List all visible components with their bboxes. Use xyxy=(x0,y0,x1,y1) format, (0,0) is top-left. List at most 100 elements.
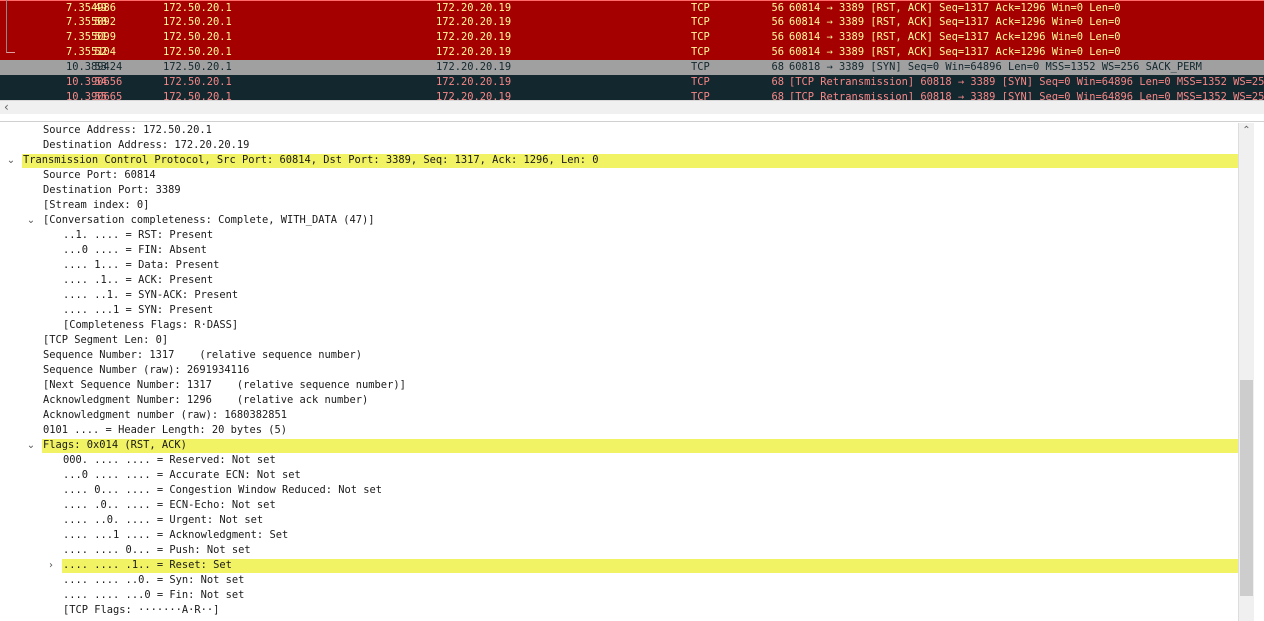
scroll-up-arrow-icon[interactable]: ⌃ xyxy=(1239,123,1254,139)
packet-proto-cell: TCP xyxy=(691,31,710,43)
packet-src-cell: 172.50.20.1 xyxy=(163,46,232,58)
packet-row[interactable]: 53 10.389424 172.50.20.1 172.20.20.19 TCP 68 6… xyxy=(0,60,1264,75)
detail-tree-item[interactable]: .... .... 0... = Push: Not set xyxy=(0,543,1238,558)
detail-text: [TCP Segment Len: 0] xyxy=(43,334,169,346)
detail-text: .... .... 0... = Push: Not set xyxy=(63,544,251,556)
pane-divider[interactable] xyxy=(0,114,1264,122)
detail-tree-item[interactable]: Acknowledgment Number: 1296 (relative ac… xyxy=(0,393,1238,408)
detail-tree-item[interactable]: [Next Sequence Number: 1317 (relative se… xyxy=(0,378,1238,393)
detail-tree-item[interactable]: [TCP Segment Len: 0] xyxy=(0,333,1238,348)
detail-tree-item[interactable]: .... .... ...0 = Fin: Not set xyxy=(0,588,1238,603)
packet-dst-cell: 172.20.20.19 xyxy=(436,46,512,58)
packet-row[interactable]: 55 10.390665 172.50.20.1 172.20.20.19 TCP 68[… xyxy=(0,90,1264,100)
selection-highlight xyxy=(42,439,1238,453)
packet-dst-cell: 172.20.20.19 xyxy=(436,16,512,28)
detail-tree-item[interactable]: ..1. .... = RST: Present xyxy=(0,228,1238,243)
detail-tree-item[interactable]: 0101 .... = Header Length: 20 bytes (5) xyxy=(0,423,1238,438)
detail-tree-item[interactable]: › .... .... .1.. = Reset: Set xyxy=(0,558,1238,573)
detail-tree-item[interactable]: Source Address: 172.50.20.1 xyxy=(0,123,1238,138)
detail-text: .... 1... = Data: Present xyxy=(63,259,220,271)
detail-tree-item[interactable]: 000. .... .... = Reserved: Not set xyxy=(0,453,1238,468)
packet-len-cell: 56 xyxy=(771,46,784,58)
packet-info-cell: 60818 → 3389 [SYN] Seq=0 Win=64896 Len=0… xyxy=(789,61,1202,73)
packet-len-cell: 56 xyxy=(771,2,784,14)
packet-row[interactable]: 54 10.390656 172.50.20.1 172.20.20.19 TCP 68[… xyxy=(0,75,1264,90)
detail-text: .... .... ...0 = Fin: Not set xyxy=(63,589,245,601)
packet-len-cell: 68 xyxy=(771,91,784,100)
detail-text: .... 0... .... = Congestion Window Reduc… xyxy=(63,484,383,496)
packet-time-cell: 7.355104 xyxy=(66,46,117,58)
detail-tree-item[interactable]: ...0 .... .... = Accurate ECN: Not set xyxy=(0,468,1238,483)
collapse-chevron-icon[interactable]: ⌄ xyxy=(25,438,37,453)
packet-dst-cell: 172.20.20.19 xyxy=(436,2,512,14)
collapse-chevron-icon[interactable]: ⌄ xyxy=(25,213,37,228)
detail-tree-item[interactable]: .... 0... .... = Congestion Window Reduc… xyxy=(0,483,1238,498)
right-margin xyxy=(1254,123,1264,621)
detail-tree-item[interactable]: .... 1... = Data: Present xyxy=(0,258,1238,273)
packet-src-cell: 172.50.20.1 xyxy=(163,61,232,73)
scroll-left-arrow-icon[interactable]: ‹ xyxy=(4,101,9,114)
packet-row[interactable]: 51 7.355099 172.50.20.1 172.20.20.19 TCP 56 60… xyxy=(0,30,1264,45)
packet-len-cell: 56 xyxy=(771,16,784,28)
detail-tree-item[interactable]: .... .1.. = ACK: Present xyxy=(0,273,1238,288)
detail-tree-item[interactable]: ⌄ Transmission Control Protocol, Src Port… xyxy=(0,153,1238,168)
packet-src-cell: 172.50.20.1 xyxy=(163,16,232,28)
detail-text: Acknowledgment Number: 1296 (relative ac… xyxy=(43,394,369,406)
detail-tree-item[interactable]: [Completeness Flags: R·DASS] xyxy=(0,318,1238,333)
packet-list[interactable]: 49 7.354986 172.50.20.1 172.20.20.19 TCP 56 60… xyxy=(0,0,1264,100)
packet-list-horizontal-scrollbar[interactable]: ‹ xyxy=(0,100,1264,114)
detail-text: [Stream index: 0] xyxy=(43,199,150,211)
detail-tree-item[interactable]: Destination Address: 172.20.20.19 xyxy=(0,138,1238,153)
scrollbar-thumb[interactable] xyxy=(1240,380,1253,596)
packet-dst-cell: 172.20.20.19 xyxy=(436,61,512,73)
packet-len-cell: 68 xyxy=(771,61,784,73)
detail-text: Transmission Control Protocol, Src Port:… xyxy=(23,154,599,166)
detail-text: Sequence Number: 1317 (relative sequence… xyxy=(43,349,363,361)
packet-time-cell: 10.389424 xyxy=(66,61,123,73)
detail-text: Source Port: 60814 xyxy=(43,169,156,181)
detail-tree-item[interactable]: .... ..0. .... = Urgent: Not set xyxy=(0,513,1238,528)
packet-proto-cell: TCP xyxy=(691,61,710,73)
packet-row[interactable]: 50 7.355092 172.50.20.1 172.20.20.19 TCP 56 60… xyxy=(0,15,1264,30)
packet-proto-cell: TCP xyxy=(691,46,710,58)
collapse-chevron-icon[interactable]: ⌄ xyxy=(5,153,17,168)
detail-tree-item[interactable]: ⌄ [Conversation completeness: Complete, W… xyxy=(0,213,1238,228)
detail-tree-item[interactable]: Sequence Number (raw): 2691934116 xyxy=(0,363,1238,378)
packet-details-tree[interactable]: Source Address: 172.50.20.1 Destination A… xyxy=(0,123,1238,621)
packet-src-cell: 172.50.20.1 xyxy=(163,91,232,100)
detail-text: Flags: 0x014 (RST, ACK) xyxy=(43,439,187,451)
detail-tree-item[interactable]: Sequence Number: 1317 (relative sequence… xyxy=(0,348,1238,363)
details-vertical-scrollbar[interactable]: ⌃ xyxy=(1238,123,1254,621)
packet-row[interactable]: 49 7.354986 172.50.20.1 172.20.20.19 TCP 56 60… xyxy=(0,0,1264,15)
packet-row[interactable]: 52 7.355104 172.50.20.1 172.20.20.19 TCP 56 60… xyxy=(0,45,1264,60)
detail-tree-item[interactable]: Destination Port: 3389 xyxy=(0,183,1238,198)
detail-text: Acknowledgment number (raw): 1680382851 xyxy=(43,409,287,421)
packet-dst-cell: 172.20.20.19 xyxy=(436,91,512,100)
detail-tree-item[interactable]: .... .0.. .... = ECN-Echo: Not set xyxy=(0,498,1238,513)
packet-dst-cell: 172.20.20.19 xyxy=(436,31,512,43)
detail-text: ..1. .... = RST: Present xyxy=(63,229,214,241)
detail-tree-item[interactable]: .... .... ..0. = Syn: Not set xyxy=(0,573,1238,588)
packet-proto-cell: TCP xyxy=(691,76,710,88)
packet-info-cell: [TCP Retransmission] 60818 → 3389 [SYN] … xyxy=(789,76,1264,88)
packet-src-cell: 172.50.20.1 xyxy=(163,31,232,43)
detail-tree-item[interactable]: Source Port: 60814 xyxy=(0,168,1238,183)
detail-tree-item[interactable]: ...0 .... = FIN: Absent xyxy=(0,243,1238,258)
detail-tree-item[interactable]: ⌄ Flags: 0x014 (RST, ACK) xyxy=(0,438,1238,453)
detail-tree-item[interactable]: Acknowledgment number (raw): 1680382851 xyxy=(0,408,1238,423)
packet-info-cell: 60814 → 3389 [RST, ACK] Seq=1317 Ack=129… xyxy=(789,2,1121,14)
expand-chevron-icon[interactable]: › xyxy=(45,558,57,573)
conversation-bracket xyxy=(6,0,15,53)
detail-text: Destination Port: 3389 xyxy=(43,184,181,196)
detail-text: [TCP Flags: ·······A·R··] xyxy=(63,604,220,616)
detail-tree-item[interactable]: .... ...1 .... = Acknowledgment: Set xyxy=(0,528,1238,543)
detail-tree-item[interactable]: .... ..1. = SYN-ACK: Present xyxy=(0,288,1238,303)
detail-text: .... ...1 .... = Acknowledgment: Set xyxy=(63,529,289,541)
detail-text: Source Address: 172.50.20.1 xyxy=(43,124,212,136)
detail-text: 000. .... .... = Reserved: Not set xyxy=(63,454,276,466)
detail-tree-item[interactable]: [TCP Flags: ·······A·R··] xyxy=(0,603,1238,618)
detail-text: .... .... ..0. = Syn: Not set xyxy=(63,574,245,586)
detail-tree-item[interactable]: .... ...1 = SYN: Present xyxy=(0,303,1238,318)
detail-tree-item[interactable]: [Stream index: 0] xyxy=(0,198,1238,213)
packet-proto-cell: TCP xyxy=(691,2,710,14)
